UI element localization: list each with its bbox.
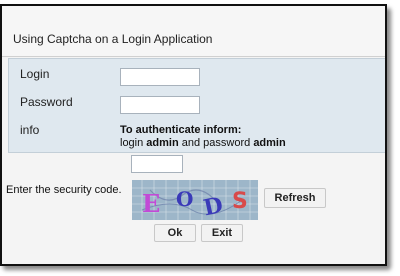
captcha-char: O [176,187,193,211]
dialog-title: Using Captcha on a Login Application [13,32,213,46]
info-password: admin [253,137,286,149]
refresh-button[interactable]: Refresh [264,188,326,208]
login-label: Login [20,67,50,81]
info-message: To authenticate inform: login admin and … [120,124,286,150]
password-input[interactable] [120,96,200,114]
password-label: Password [20,95,73,109]
info-heading: To authenticate inform: [120,124,242,136]
captcha-char: E [142,189,160,218]
info-label: info [20,123,40,137]
login-dialog: Using Captcha on a Login Application Log… [0,4,387,266]
exit-button[interactable]: Exit [201,224,243,242]
login-form-panel: Login Password info To authenticate info… [8,58,385,153]
login-input[interactable] [120,68,200,86]
info-line-prefix: login [120,137,147,149]
dialog-header: Using Captcha on a Login Application [2,6,385,57]
info-line-middle: and password [178,137,254,149]
info-username: admin [146,137,179,149]
captcha-image: E O D S [132,180,258,220]
captcha-input[interactable] [131,155,183,173]
captcha-label: Enter the security code. [6,184,122,196]
captcha-char: S [232,189,248,214]
ok-button[interactable]: Ok [154,224,196,242]
